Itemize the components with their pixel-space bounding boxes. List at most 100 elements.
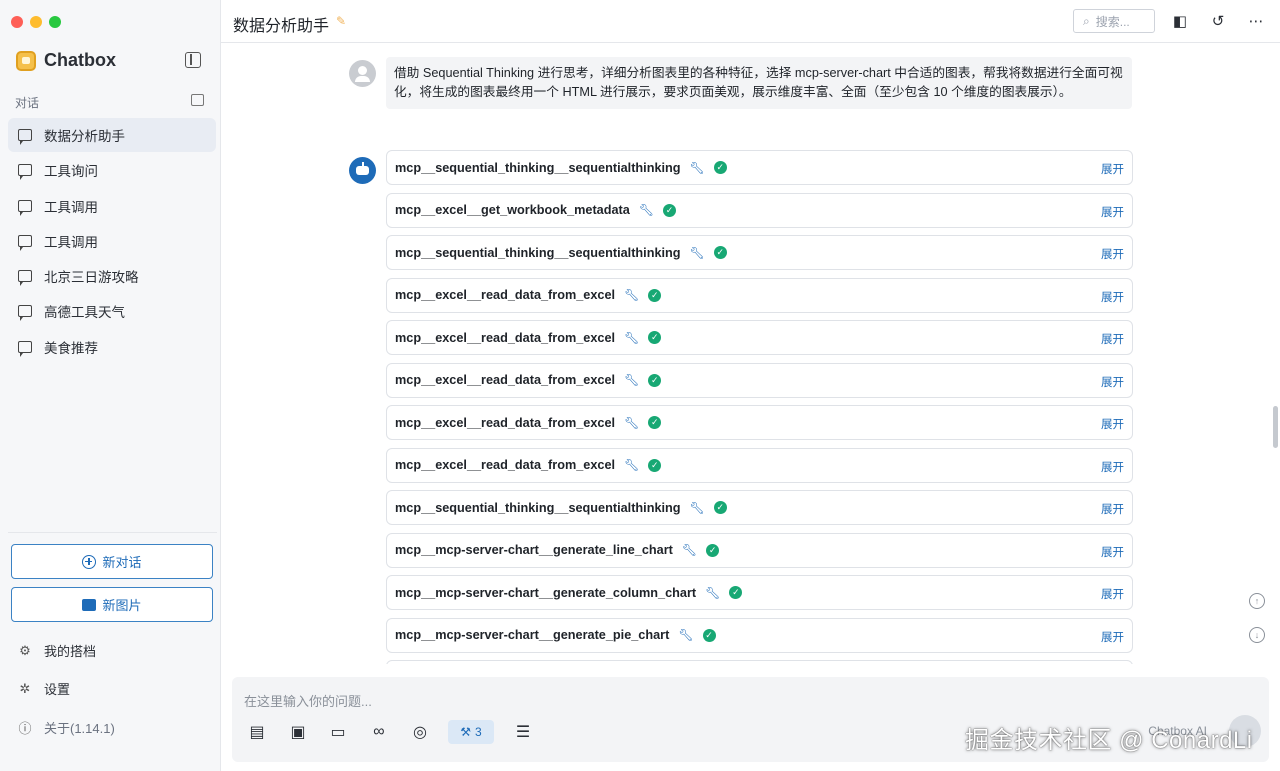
expand-button[interactable]: 展开 <box>1101 501 1124 517</box>
expand-button[interactable]: 展开 <box>1101 246 1124 262</box>
watermark: 掘金技术社区 @ ConardLi <box>965 727 1253 754</box>
settings-link[interactable]: ✲ 设置 <box>18 679 70 698</box>
search-icon: ⌕ <box>1083 13 1090 28</box>
tool-call-name: mcp__sequential_thinking__sequentialthin… <box>395 245 681 260</box>
archive-icon[interactable] <box>191 94 204 106</box>
conversation-label: 工具询问 <box>44 164 98 180</box>
conversation-item[interactable]: 工具调用 <box>8 189 216 223</box>
tool-call-card[interactable]: mcp__excel__read_data_from_excel 🔧︎ ✓ 展开 <box>386 277 1133 313</box>
folder-icon[interactable]: ▭ <box>327 721 349 743</box>
expand-button[interactable]: 展开 <box>1101 459 1124 475</box>
settings-sliders-icon[interactable]: ☰ <box>512 721 534 743</box>
link-icon[interactable]: ∞ <box>368 721 390 743</box>
tool-call-card[interactable]: mcp__excel__read_data_from_excel 🔧︎ ✓ 展开 <box>386 447 1133 483</box>
tool-call-card[interactable] <box>386 660 1133 664</box>
conversation-label: 数据分析助手 <box>44 129 125 144</box>
tool-call-name: mcp__excel__read_data_from_excel <box>395 415 616 430</box>
new-chat-button[interactable]: 新对话 <box>11 544 213 579</box>
conversation-item[interactable]: 工具调用 <box>8 224 216 258</box>
sidebar: Chatbox 对话 数据分析助手 工具询问 工具调用 工具调用 北京三日游攻略… <box>0 0 221 771</box>
tool-call-name: mcp__excel__read_data_from_excel <box>395 373 616 387</box>
success-check-icon: ✓ <box>713 246 727 259</box>
wrench-icon: 🔧︎ <box>705 585 721 600</box>
tool-call-name: mcp__mcp-server-chart__generate_pie_char… <box>395 628 670 642</box>
sidebar-divider <box>8 532 217 533</box>
tool-call-card[interactable]: mcp__mcp-server-chart__generate_pie_char… <box>386 617 1133 653</box>
expand-button[interactable]: 展开 <box>1101 416 1124 432</box>
success-check-icon: ✓ <box>729 586 743 599</box>
chat-bubble-icon <box>18 199 32 216</box>
wrench-icon: 🔧︎ <box>681 543 698 557</box>
conversation-item[interactable]: 北京三日游攻略 <box>8 259 216 293</box>
wrench-icon: 🔧︎ <box>689 500 705 515</box>
conversation-label: 工具调用 <box>44 199 98 215</box>
wrench-icon: 🔧︎ <box>689 160 705 175</box>
about-link[interactable]: ⓘ 关于(1.14.1) <box>18 718 114 737</box>
image-icon[interactable]: ▣ <box>287 721 309 743</box>
expand-button[interactable]: 展开 <box>1101 586 1124 602</box>
wrench-icon: 🔧︎ <box>689 245 705 260</box>
web-search-globe-icon[interactable]: ◎ <box>409 721 431 743</box>
wrench-icon: 🔧︎ <box>624 373 640 387</box>
tools-count: 3 <box>475 725 482 739</box>
new-image-button[interactable]: 新图片 <box>11 587 213 622</box>
conversation-item[interactable]: 高德工具天气 <box>8 294 216 328</box>
expand-button[interactable]: 展开 <box>1101 204 1124 220</box>
assistant-avatar <box>349 157 376 184</box>
history-icon[interactable]: ↺ <box>1209 12 1227 30</box>
success-check-icon: ✓ <box>648 416 662 429</box>
search-input[interactable]: ⌕ 搜索... <box>1073 9 1155 33</box>
wrench-icon: 🔧︎ <box>624 330 640 345</box>
maximize-window-button[interactable] <box>49 16 61 28</box>
tool-call-card[interactable]: mcp__excel__read_data_from_excel 🔧︎ ✓ 展开 <box>386 320 1133 355</box>
tool-call-card[interactable]: mcp__sequential_thinking__sequentialthin… <box>386 490 1133 525</box>
tool-call-card[interactable]: mcp__sequential_thinking__sequentialthin… <box>386 150 1133 185</box>
tool-call-card[interactable]: mcp__excel__read_data_from_excel 🔧︎ ✓ 展开 <box>386 362 1133 398</box>
more-options-icon[interactable]: ⋯ <box>1247 12 1265 30</box>
scroll-down-icon[interactable]: ↓ <box>1249 627 1265 643</box>
expand-button[interactable]: 展开 <box>1101 629 1124 645</box>
conversation-item[interactable]: 美食推荐 <box>8 330 216 364</box>
collapse-sidebar-icon[interactable] <box>185 52 201 68</box>
tool-call-card[interactable]: mcp__mcp-server-chart__generate_column_c… <box>386 575 1133 610</box>
edit-title-icon[interactable]: ✎ <box>336 14 346 28</box>
success-check-icon: ✓ <box>713 161 727 174</box>
split-view-icon[interactable]: ◧ <box>1171 12 1189 30</box>
expand-button[interactable]: 展开 <box>1101 161 1124 177</box>
new-chat-label: 新对话 <box>102 555 142 570</box>
conversation-label: 工具调用 <box>44 234 98 250</box>
chat-bubble-icon <box>18 305 32 322</box>
info-icon: ⓘ <box>18 721 32 736</box>
close-window-button[interactable] <box>11 16 23 28</box>
my-partners-link[interactable]: ⚙ 我的搭档 <box>18 641 96 660</box>
success-check-icon: ✓ <box>648 288 662 302</box>
robot-icon: ⚙ <box>19 642 31 658</box>
wrench-icon: 🔧︎ <box>638 203 655 217</box>
tool-call-list: mcp__sequential_thinking__sequentialthin… <box>386 150 1133 664</box>
expand-button[interactable]: 展开 <box>1101 289 1124 305</box>
expand-button[interactable]: 展开 <box>1101 331 1124 347</box>
success-check-icon: ✓ <box>648 331 662 344</box>
user-message: 借助 Sequential Thinking 进行思考，详细分析图表里的各种特征… <box>386 57 1132 109</box>
expand-button[interactable]: 展开 <box>1101 544 1124 560</box>
minimize-window-button[interactable] <box>30 16 42 28</box>
message-input[interactable]: 在这里输入你的问题... <box>244 691 372 710</box>
chat-bubble-icon <box>18 340 32 357</box>
user-avatar <box>349 60 376 87</box>
expand-button[interactable]: 展开 <box>1101 374 1124 390</box>
page-title: 数据分析助手 <box>233 18 330 35</box>
scrollbar-thumb[interactable] <box>1273 406 1278 448</box>
tool-call-card[interactable]: mcp__excel__get_workbook_metadata 🔧︎ ✓ 展开 <box>386 192 1133 228</box>
tool-call-card[interactable]: mcp__excel__read_data_from_excel 🔧︎ ✓ 展开 <box>386 405 1133 440</box>
conversation-item[interactable]: 数据分析助手 <box>8 118 216 152</box>
tool-call-card[interactable]: mcp__mcp-server-chart__generate_line_cha… <box>386 532 1133 568</box>
tool-call-name: mcp__mcp-server-chart__generate_line_cha… <box>395 543 673 557</box>
tool-call-name: mcp__sequential_thinking__sequentialthin… <box>395 500 681 515</box>
settings-label: 设置 <box>44 682 71 697</box>
mcp-tools-toggle[interactable]: ⚒ 3 <box>448 720 494 744</box>
attach-file-icon[interactable]: ▤ <box>246 721 268 743</box>
window-controls <box>11 16 61 28</box>
tool-call-card[interactable]: mcp__sequential_thinking__sequentialthin… <box>386 235 1133 270</box>
scroll-up-icon[interactable]: ↑ <box>1249 593 1265 609</box>
conversation-item[interactable]: 工具询问 <box>8 153 216 187</box>
